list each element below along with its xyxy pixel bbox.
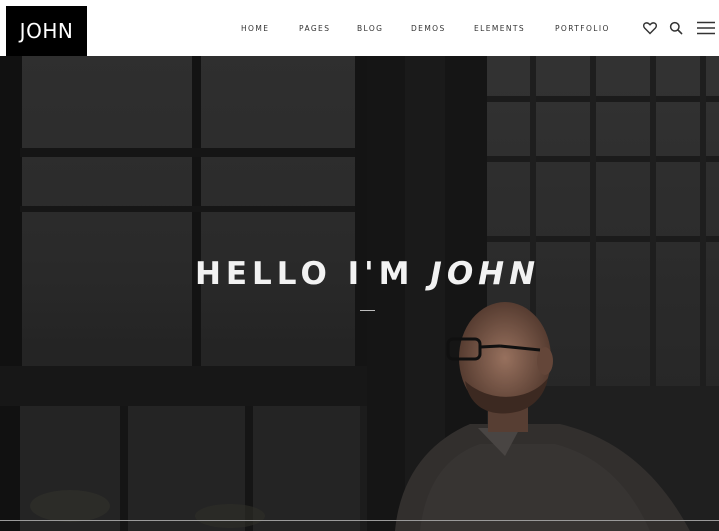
hero-title-prefix: HELLO I'M <box>194 256 431 292</box>
nav-item-blog[interactable]: BLOG <box>357 24 383 33</box>
hero-title-name: JOHN <box>430 256 541 292</box>
menu-icon[interactable] <box>696 20 716 36</box>
hero-section: HELLO I'M JOHN <box>0 56 719 531</box>
nav-item-demos[interactable]: DEMOS <box>411 24 446 33</box>
site-header: JOHN HOME PAGES BLOG DEMOS ELEMENTS PORT… <box>0 0 719 56</box>
nav-item-home[interactable]: HOME <box>241 24 269 33</box>
page: JOHN HOME PAGES BLOG DEMOS ELEMENTS PORT… <box>0 0 719 531</box>
main-nav: HOME PAGES BLOG DEMOS ELEMENTS PORTFOLIO <box>0 0 719 56</box>
hero-overlay <box>0 56 719 531</box>
nav-item-portfolio[interactable]: PORTFOLIO <box>555 24 610 33</box>
search-icon[interactable] <box>668 20 684 36</box>
nav-item-elements[interactable]: ELEMENTS <box>474 24 525 33</box>
hero-divider <box>360 310 375 311</box>
hero-bottom-rule <box>0 520 719 521</box>
hero-title: HELLO I'M JOHN <box>0 256 719 292</box>
nav-item-pages[interactable]: PAGES <box>299 24 330 33</box>
heart-icon[interactable] <box>642 20 658 36</box>
